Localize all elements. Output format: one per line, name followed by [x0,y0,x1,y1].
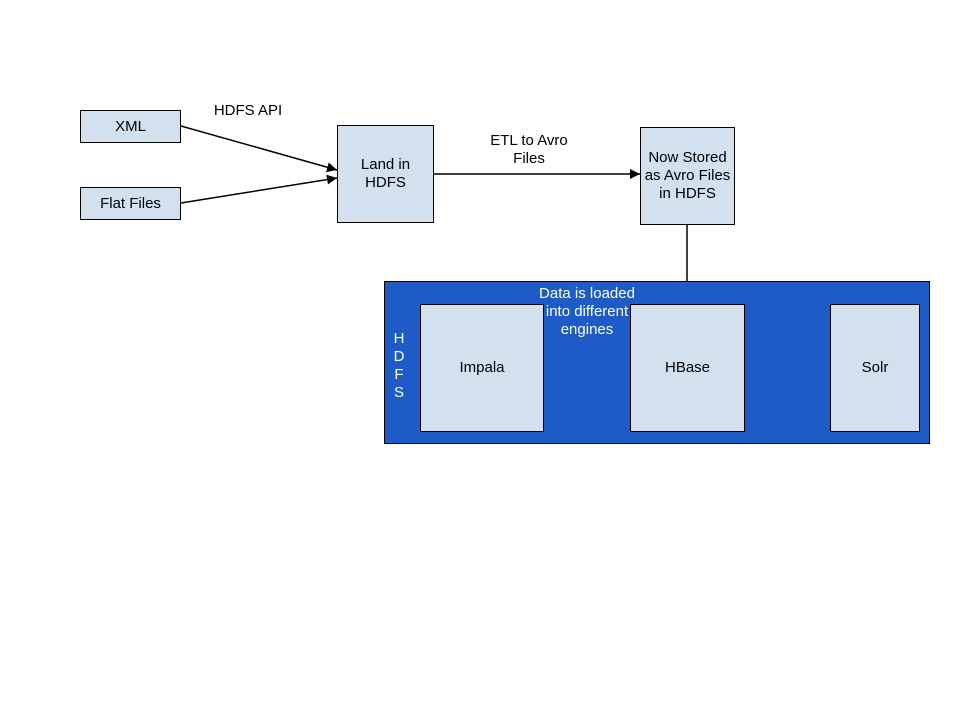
arrow-flat-to-land [181,178,337,203]
node-solr: Solr [830,304,920,432]
node-land-in-hdfs-label: Land in HDFS [361,156,410,192]
hdfs-letter-s: S [392,384,406,402]
node-xml: XML [80,110,181,143]
node-land-in-hdfs: Land in HDFS [337,125,434,223]
hdfs-letter-f: F [392,366,406,384]
node-hbase-label: HBase [665,359,710,377]
node-impala: Impala [420,304,544,432]
hdfs-container-label: H D F S [392,330,406,402]
edge-label-hdfs-api: HDFS API [188,102,308,120]
node-flat-files-label: Flat Files [100,195,161,213]
node-solr-label: Solr [862,359,889,377]
node-hbase: HBase [630,304,745,432]
hdfs-letter-h: H [392,330,406,348]
node-impala-label: Impala [459,359,504,377]
hdfs-letter-d: D [392,348,406,366]
arrow-xml-to-land [181,126,337,170]
edge-label-etl: ETL to Avro Files [459,132,599,168]
node-flat-files: Flat Files [80,187,181,220]
node-xml-label: XML [115,118,146,136]
edge-label-data-loaded: Data is loaded into different engines [528,285,646,339]
node-now-stored-label: Now Stored as Avro Files in HDFS [643,149,732,203]
node-now-stored: Now Stored as Avro Files in HDFS [640,127,735,225]
diagram-canvas: XML Flat Files HDFS API Land in HDFS ETL… [0,0,960,720]
